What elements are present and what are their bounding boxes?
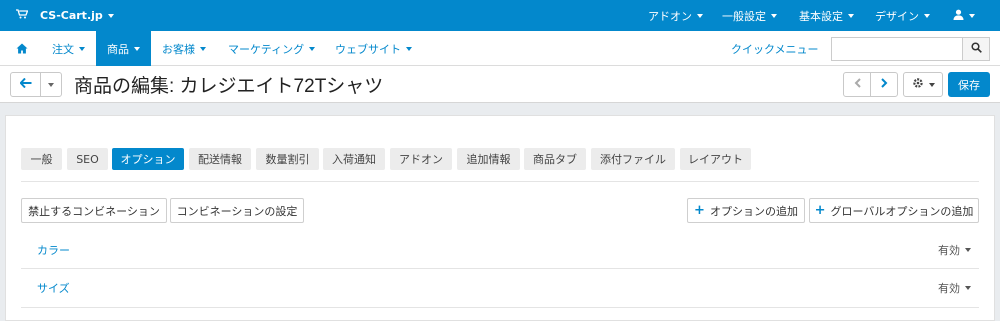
chevron-left-icon	[854, 78, 861, 91]
tab-additional-info[interactable]: 追加情報	[457, 148, 520, 170]
topmenu-label: 一般設定	[722, 9, 766, 23]
page-title: 商品の編集: カレジエイト72Tシャツ	[74, 76, 384, 97]
search-icon	[970, 42, 982, 56]
option-name-link[interactable]: サイズ	[37, 269, 70, 307]
add-option-label: オプションの追加	[709, 204, 798, 218]
prev-product-button[interactable]	[843, 72, 871, 97]
status-dropdown[interactable]: 有効	[938, 269, 971, 307]
tab-layout[interactable]: レイアウト	[680, 148, 751, 170]
title-bar: 商品の編集: カレジエイト72Tシャツ	[0, 66, 1000, 103]
chevron-down-icon	[406, 46, 412, 51]
chevron-down-icon	[965, 248, 971, 252]
next-product-button[interactable]	[870, 72, 898, 97]
nav-label: 商品	[107, 42, 129, 56]
topmenu-basic-settings[interactable]: 基本設定	[799, 0, 854, 31]
status-label: 有効	[938, 244, 960, 257]
chevron-down-icon	[771, 13, 777, 18]
chevron-down-icon	[48, 82, 54, 87]
chevron-down-icon	[969, 13, 975, 18]
tab-addons[interactable]: アドオン	[390, 148, 452, 170]
nav-orders[interactable]: 注文	[52, 31, 85, 66]
chevron-down-icon	[697, 13, 703, 18]
nav-customers[interactable]: お客様	[162, 31, 206, 66]
status-dropdown[interactable]: 有効	[938, 231, 971, 269]
chevron-down-icon	[924, 13, 930, 18]
add-option-button[interactable]: + オプションの追加	[687, 198, 805, 223]
tab-general[interactable]: 一般	[21, 148, 62, 170]
chevron-down-icon	[200, 46, 206, 51]
brand-menu[interactable]: CS-Cart.jp	[16, 0, 114, 31]
chevron-down-icon	[928, 82, 935, 87]
plus-icon: +	[694, 203, 705, 218]
topmenu-label: 基本設定	[799, 9, 843, 23]
search-button[interactable]	[962, 37, 990, 61]
plus-icon: +	[814, 203, 826, 218]
topmenu-general-settings[interactable]: 一般設定	[722, 0, 777, 31]
tab-options[interactable]: オプション	[112, 148, 184, 170]
option-name-link[interactable]: カラー	[37, 231, 70, 269]
tab-seo[interactable]: SEO	[67, 148, 108, 170]
arrow-left-icon	[18, 77, 32, 91]
chevron-down-icon	[79, 46, 85, 51]
chevron-down-icon	[134, 46, 140, 51]
top-bar: CS-Cart.jp アドオン 一般設定 基本設定 デザイン	[0, 0, 1000, 31]
list-item: カラー 有効	[21, 231, 979, 269]
list-item: サイズ 有効	[21, 269, 979, 307]
tab-qty-discounts[interactable]: 数量割引	[256, 148, 319, 170]
home-icon[interactable]	[16, 31, 28, 66]
tab-attachments[interactable]: 添付ファイル	[591, 148, 675, 170]
chevron-down-icon	[107, 13, 114, 18]
gear-icon	[912, 77, 924, 92]
add-global-option-button[interactable]: + グローバルオプションの追加	[809, 198, 979, 223]
nav-products[interactable]: 商品	[96, 31, 151, 66]
nav-label: お客様	[162, 42, 195, 56]
combination-settings-button[interactable]: コンビネーションの設定	[170, 198, 304, 223]
user-icon	[953, 9, 964, 23]
status-label: 有効	[938, 282, 960, 295]
divider	[21, 307, 979, 308]
chevron-down-icon	[848, 13, 854, 18]
topmenu-label: デザイン	[875, 9, 919, 23]
nav-marketing[interactable]: マーケティング	[228, 31, 316, 66]
chevron-down-icon	[309, 46, 316, 51]
topmenu-addons[interactable]: アドオン	[648, 0, 703, 31]
nav-label: マーケティング	[228, 42, 305, 56]
quick-menu[interactable]: クイックメニュー	[731, 31, 819, 66]
nav-website[interactable]: ウェブサイト	[335, 31, 412, 66]
settings-dropdown-button[interactable]	[903, 72, 943, 97]
topmenu-design[interactable]: デザイン	[875, 0, 930, 31]
chevron-right-icon	[880, 78, 888, 91]
topmenu-label: アドオン	[648, 9, 692, 23]
cart-icon	[16, 9, 29, 22]
user-menu[interactable]	[953, 0, 975, 31]
divider	[21, 181, 979, 182]
chevron-down-icon	[965, 286, 971, 290]
back-button[interactable]	[10, 72, 41, 97]
brand-label: CS-Cart.jp	[40, 9, 103, 22]
tab-stock-notice[interactable]: 入荷通知	[323, 148, 385, 170]
forbidden-combinations-button[interactable]: 禁止するコンビネーション	[21, 198, 167, 223]
nav-label: ウェブサイト	[335, 42, 401, 56]
add-global-option-label: グローバルオプションの追加	[830, 204, 974, 218]
tab-product-tabs[interactable]: 商品タブ	[524, 148, 586, 170]
save-button[interactable]: 保存	[948, 72, 990, 97]
search-input[interactable]	[831, 37, 963, 61]
nav-label: 注文	[52, 42, 74, 56]
tab-shipping[interactable]: 配送情報	[189, 148, 251, 170]
back-dropdown-button[interactable]	[40, 72, 62, 97]
